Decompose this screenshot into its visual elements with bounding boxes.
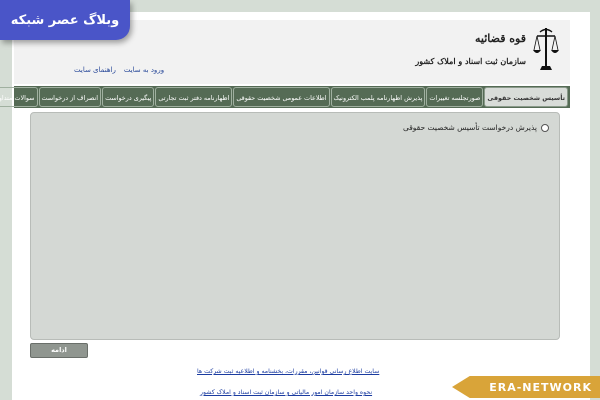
nav-item-track-request[interactable]: پیگیری درخواست — [102, 87, 155, 107]
watermark-badge: وبلاگ عصر شبکه — [0, 0, 130, 40]
nav-item-legal-entity-info[interactable]: اطلاعات عمومی شخصیت حقوقی — [233, 87, 330, 107]
organization-logo: قوه قضائیه سازمان ثبت اسناد و املاک کشور — [415, 26, 560, 80]
request-radio[interactable] — [541, 123, 549, 132]
nav-item-electronic-seal-declaration[interactable]: پذیرش اظهارنامه پلمب الکترونیک — [330, 87, 426, 107]
nav-item-change-minutes[interactable]: صورتجلسه تغییرات — [426, 87, 484, 107]
request-radio-label: پذیرش درخواست تأسیس شخصیت حقوقی — [402, 123, 537, 132]
era-network-text: ERA-NETWORK — [489, 380, 592, 394]
scales-of-justice-icon — [533, 28, 559, 70]
nav-item-commercial-register-declaration[interactable]: اظهارنامه دفتر ثبت تجارتی — [155, 87, 233, 107]
header-links: ورود به سایت راهنمای سایت — [74, 66, 164, 74]
form-panel: پذیرش درخواست تأسیس شخصیت حقوقی — [30, 112, 560, 340]
nav-item-establish-legal-entity[interactable]: تأسیس شخصیت حقوقی — [484, 87, 568, 107]
site-guide-link[interactable]: راهنمای سایت — [74, 66, 116, 74]
enter-site-link[interactable]: ورود به سایت — [124, 66, 164, 74]
request-option[interactable]: پذیرش درخواست تأسیس شخصیت حقوقی — [403, 123, 549, 132]
main-navigation: تأسیس شخصیت حقوقی صورتجلسه تغییرات پذیرش… — [0, 86, 570, 108]
continue-button[interactable]: ادامه — [30, 343, 88, 358]
era-network-badge: ERA-NETWORK — [452, 376, 600, 398]
logo-title: قوه قضائیه — [475, 32, 526, 45]
logo-subtitle: سازمان ثبت اسناد و املاک کشور — [415, 56, 526, 66]
nav-item-cancel-request[interactable]: انصراف از درخواست — [38, 87, 102, 107]
footer-link-regulations[interactable]: سایت اطلاع رسانی قوانین، مقررات، بخشنامه… — [197, 368, 379, 375]
watermark-text: وبلاگ عصر شبکه — [10, 12, 120, 28]
nav-item-faq[interactable]: سوالات متداول — [0, 87, 38, 107]
page-frame: قوه قضائیه سازمان ثبت اسناد و املاک کشور… — [0, 12, 590, 400]
footer-link-tax-affairs[interactable]: نحوه واحد سازمان امور مالیاتی و سازمان ث… — [200, 389, 372, 396]
